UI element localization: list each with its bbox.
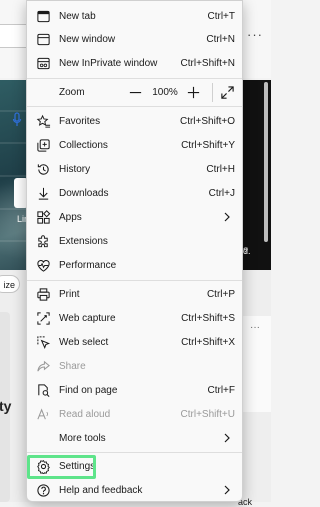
menu-item-shortcut: Ctrl+F [207,385,236,396]
menu-item-label: New window [59,34,116,45]
menu-item-apps[interactable]: Apps [29,206,240,229]
menu-item-shortcut: Ctrl+J [208,188,235,199]
menu-item-shortcut: Ctrl+P [206,289,235,300]
menu-item-favorites[interactable]: Favorites Ctrl+Shift+O [29,110,240,133]
menu-item-zoom: Zoom 100% [29,81,240,104]
menu-divider [27,106,242,107]
menu-item-new-window[interactable]: New window Ctrl+N [29,28,240,51]
settings-and-more-menu: New tab Ctrl+T New window Ctrl+N New InP… [26,0,243,502]
hero-right-question: ? [243,246,249,256]
menu-item-help-and-feedback[interactable]: Help and feedback [29,479,240,501]
menu-item-label: More tools [59,433,106,444]
help-icon [36,483,51,498]
menu-item-more-tools[interactable]: More tools [29,427,240,450]
read-aloud-icon [36,407,51,422]
menu-item-label: Downloads [59,188,109,199]
menu-item-collections[interactable]: Collections Ctrl+Shift+Y [29,134,240,157]
page-scrollbar[interactable] [264,82,268,242]
menu-item-label: Help and feedback [59,485,143,496]
menu-item-web-select[interactable]: Web select Ctrl+Shift+X [29,331,240,354]
chevron-right-icon [221,484,233,496]
web-select-icon [36,335,51,350]
menu-item-share: Share [29,355,240,378]
menu-item-history[interactable]: History Ctrl+H [29,158,240,181]
menu-item-new-tab[interactable]: New tab Ctrl+T [29,5,240,28]
collections-icon [36,138,51,153]
fullscreen-icon[interactable] [220,85,235,100]
menu-item-shortcut: Ctrl+H [206,164,235,175]
menu-item-label: History [59,164,91,175]
menu-item-extensions[interactable]: Extensions [29,230,240,253]
plus-icon[interactable] [186,85,201,100]
settings-highlight-box [27,455,96,479]
zoom-label: Zoom [59,87,85,98]
menu-item-find-on-page[interactable]: Find on page Ctrl+F [29,379,240,402]
menu-item-label: Print [59,289,80,300]
menu-item-shortcut: Ctrl+Shift+X [181,337,235,348]
menu-item-label: Web capture [59,313,116,324]
menu-item-label: Apps [59,212,82,223]
menu-item-new-inprivate-window[interactable]: New InPrivate window Ctrl+Shift+N [29,52,240,75]
menu-item-downloads[interactable]: Downloads Ctrl+J [29,182,240,205]
feed-chip[interactable]: ize [0,275,20,293]
menu-divider [27,280,242,281]
microphone-icon[interactable] [12,112,22,128]
inprivate-icon [36,56,51,71]
menu-item-label: Extensions [59,236,108,247]
menu-item-shortcut: Ctrl+Shift+Y [181,140,235,151]
menu-item-label: Collections [59,140,108,151]
history-icon [36,162,51,177]
favorites-icon [36,114,51,129]
menu-item-web-capture[interactable]: Web capture Ctrl+Shift+S [29,307,240,330]
zoom-value: 100% [152,87,178,98]
menu-item-label: Favorites [59,116,101,127]
web-capture-icon [36,311,51,326]
more-horizontal-icon[interactable]: ··· [247,27,263,42]
find-icon [36,383,51,398]
share-icon [36,359,51,374]
card-more-icon[interactable]: ··· [250,322,260,333]
menu-item-shortcut: Ctrl+T [207,11,236,22]
menu-item-shortcut: Ctrl+N [206,34,235,45]
menu-divider [27,78,242,79]
download-icon [36,186,51,201]
menu-item-label: Performance [59,260,117,271]
menu-item-label: Web select [59,337,109,348]
menu-item-shortcut: Ctrl+Shift+U [180,409,235,420]
zoom-divider [212,83,213,102]
menu-item-label: Find on page [59,385,118,396]
menu-item-label: Read aloud [59,409,111,420]
menu-item-performance[interactable]: Performance [29,254,240,277]
minus-icon[interactable] [128,85,143,100]
extensions-icon [36,234,51,249]
menu-item-label: New InPrivate window [59,58,158,69]
print-icon [36,287,51,302]
menu-item-label: Share [59,361,86,372]
menu-item-print[interactable]: Print Ctrl+P [29,283,240,306]
new-tab-icon [36,9,51,24]
feed-card-text: ty [0,398,12,414]
new-window-icon [36,32,51,47]
menu-divider [27,452,242,453]
menu-item-shortcut: Ctrl+Shift+O [179,116,235,127]
chevron-right-icon [221,211,233,223]
menu-item-shortcut: Ctrl+Shift+S [181,313,235,324]
performance-icon [36,258,51,273]
apps-icon [36,210,51,225]
menu-item-label: New tab [59,11,96,22]
chevron-right-icon [221,432,233,444]
menu-item-read-aloud: Read aloud Ctrl+Shift+U [29,403,240,426]
menu-item-shortcut: Ctrl+Shift+N [180,58,235,69]
